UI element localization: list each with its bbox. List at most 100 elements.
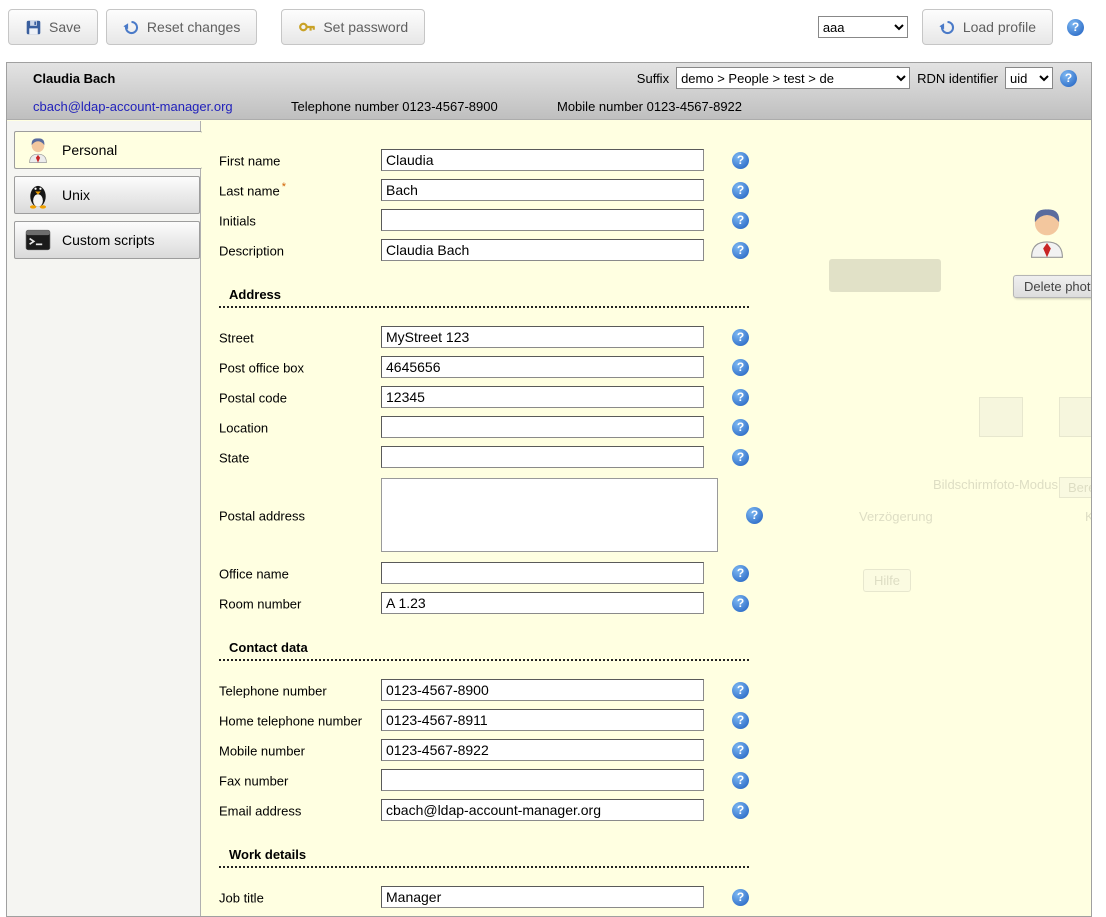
fax-number-input[interactable] [381, 769, 704, 791]
description-input[interactable] [381, 239, 704, 261]
field-label: Location [219, 421, 268, 436]
postal-code-input[interactable] [381, 386, 704, 408]
help-icon[interactable]: ? [732, 419, 749, 436]
section-header: Work details [219, 843, 749, 868]
first-name-input[interactable] [381, 149, 704, 171]
reset-changes-label: Reset changes [147, 19, 240, 35]
home-telephone-number-input[interactable] [381, 709, 704, 731]
field-label: Home telephone number [219, 714, 362, 729]
last-name-input[interactable] [381, 179, 704, 201]
tab-personal[interactable]: Personal [14, 131, 202, 169]
field-label: Last name [219, 184, 280, 199]
help-icon[interactable]: ? [732, 449, 749, 466]
reset-changes-button[interactable]: Reset changes [106, 9, 257, 45]
field-label: Telephone number [219, 684, 327, 699]
form-row: Initials ? [201, 205, 1091, 235]
load-profile-label: Load profile [963, 19, 1036, 35]
telephone-number-input[interactable] [381, 679, 704, 701]
account-edit-panel: Claudia Bach Suffix demo > People > test… [6, 62, 1092, 917]
toolbar-right-group: aaa Load profile ? [818, 9, 1084, 45]
module-sidebar: Personal Unix Custom scripts [7, 121, 201, 916]
section-header: Address [219, 283, 749, 308]
field-label: First name [219, 154, 280, 169]
form-row: Job title ? [201, 882, 1091, 912]
header-telephone: Telephone number 0123-4567-8900 [291, 99, 557, 114]
field-label: Post office box [219, 361, 304, 376]
location-input[interactable] [381, 416, 704, 438]
profile-select[interactable]: aaa [818, 16, 908, 38]
user-photo-block: Delete photo [1017, 205, 1091, 298]
suffix-label: Suffix [637, 71, 669, 86]
form-row: Fax number ? [201, 765, 1091, 795]
tab-custom-scripts-label: Custom scripts [62, 232, 155, 248]
tab-personal-label: Personal [62, 142, 117, 158]
field-label: Postal address [219, 509, 305, 524]
form-row: Telephone number ? [201, 675, 1091, 705]
help-icon[interactable]: ? [732, 772, 749, 789]
office-name-input[interactable] [381, 562, 704, 584]
form-row: Description ? [201, 235, 1091, 265]
post-office-box-input[interactable] [381, 356, 704, 378]
form-row: Room number ? [201, 588, 1091, 618]
help-icon[interactable]: ? [732, 242, 749, 259]
help-icon[interactable]: ? [732, 889, 749, 906]
form-row: Email address ? [201, 795, 1091, 825]
help-icon[interactable]: ? [732, 565, 749, 582]
rdn-select[interactable]: uid [1005, 67, 1053, 89]
help-icon[interactable]: ? [732, 682, 749, 699]
room-number-input[interactable] [381, 592, 704, 614]
job-title-input[interactable] [381, 886, 704, 908]
form-row: Mobile number ? [201, 735, 1091, 765]
field-label: Mobile number [219, 744, 305, 759]
help-icon[interactable]: ? [746, 507, 763, 524]
help-icon[interactable]: ? [732, 595, 749, 612]
save-button-label: Save [49, 19, 81, 35]
email-link[interactable]: cbach@ldap-account-manager.org [33, 99, 291, 114]
delete-photo-button[interactable]: Delete photo [1013, 275, 1091, 298]
field-label: State [219, 451, 249, 466]
tab-custom-scripts[interactable]: Custom scripts [14, 221, 200, 259]
load-profile-icon [939, 19, 956, 36]
help-icon[interactable]: ? [732, 152, 749, 169]
key-icon [298, 18, 316, 36]
account-title: Claudia Bach [33, 71, 115, 86]
help-icon[interactable]: ? [732, 742, 749, 759]
load-profile-button[interactable]: Load profile [922, 9, 1053, 45]
toolbar-help-icon[interactable]: ? [1067, 19, 1084, 36]
save-button[interactable]: Save [8, 9, 98, 45]
form-row: Location ? [201, 412, 1091, 442]
help-icon[interactable]: ? [732, 329, 749, 346]
mobile-number-input[interactable] [381, 739, 704, 761]
header-mobile: Mobile number 0123-4567-8922 [557, 99, 742, 114]
postal-address-input[interactable] [381, 478, 718, 552]
required-marker: * [282, 181, 286, 193]
tab-unix[interactable]: Unix [14, 176, 200, 214]
form-row: Post office box ? [201, 352, 1091, 382]
reset-icon [123, 19, 140, 36]
help-icon[interactable]: ? [732, 359, 749, 376]
help-icon[interactable]: ? [732, 802, 749, 819]
personal-tab-content: Neuer Bildschirmfoto Speichern Öffnen In… [201, 121, 1091, 916]
help-icon[interactable]: ? [732, 182, 749, 199]
help-icon[interactable]: ? [732, 389, 749, 406]
initials-input[interactable] [381, 209, 704, 231]
section-header: Contact data [219, 636, 749, 661]
set-password-label: Set password [323, 19, 408, 35]
top-toolbar: Save Reset changes Set password aaa Load… [0, 0, 1106, 54]
field-label: Fax number [219, 774, 288, 789]
field-label: Street [219, 331, 254, 346]
field-label: Job title [219, 891, 264, 906]
state-input[interactable] [381, 446, 704, 468]
tux-icon [24, 181, 52, 209]
help-icon[interactable]: ? [732, 212, 749, 229]
set-password-button[interactable]: Set password [281, 9, 425, 45]
street-input[interactable] [381, 326, 704, 348]
user-photo [1025, 205, 1069, 259]
header-help-icon[interactable]: ? [1060, 70, 1077, 87]
field-label: Office name [219, 567, 289, 582]
form-row: Home telephone number ? [201, 705, 1091, 735]
email-address-input[interactable] [381, 799, 704, 821]
help-icon[interactable]: ? [732, 712, 749, 729]
form-row: Last name* ? [201, 175, 1091, 205]
suffix-select[interactable]: demo > People > test > de [676, 67, 910, 89]
